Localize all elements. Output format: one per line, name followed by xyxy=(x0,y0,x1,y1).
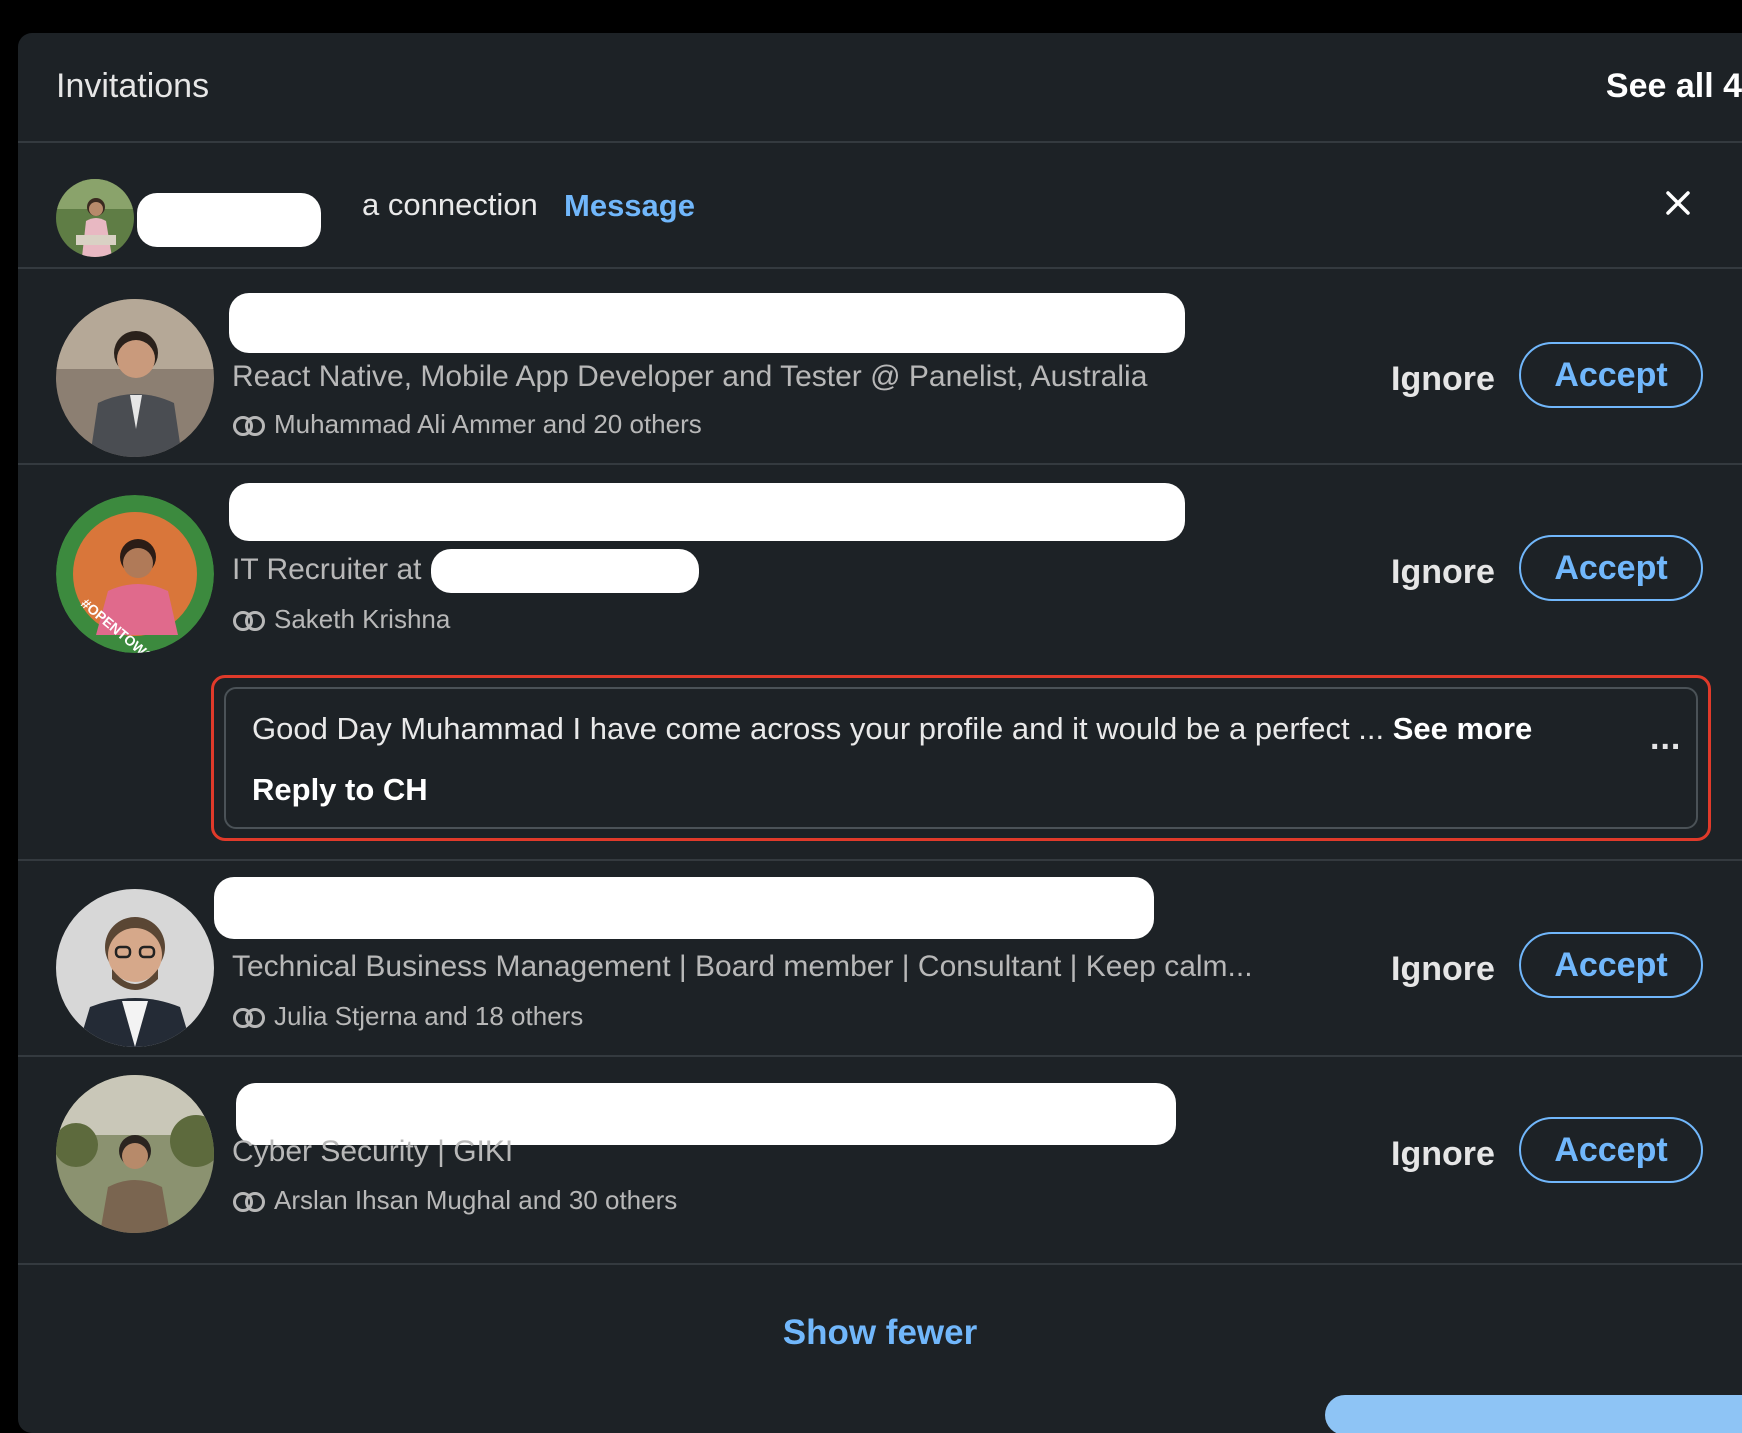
invitations-card: Invitations See all 4 a connection Messa… xyxy=(18,33,1742,1433)
ignore-button[interactable]: Ignore xyxy=(1378,950,1508,989)
connection-notice-row: a connection Message xyxy=(18,143,1742,269)
redacted-name xyxy=(137,193,321,247)
accept-button[interactable]: Accept xyxy=(1519,342,1703,408)
message-preview-text: Good Day Muhammad I have come across you… xyxy=(252,711,1385,746)
see-more-link[interactable]: See more xyxy=(1393,711,1533,746)
invitation-headline: Cyber Security | GIKI xyxy=(232,1135,514,1168)
mutual-connections-icon xyxy=(233,1008,265,1028)
avatar[interactable]: #OPENTOWORK xyxy=(56,495,214,653)
see-all-link[interactable]: See all 4 xyxy=(1442,67,1742,106)
mutual-connections-text: Julia Stjerna and 18 others xyxy=(274,1001,584,1031)
invitation-message: Good Day Muhammad I have come across you… xyxy=(224,687,1698,829)
mutual-connections-text: Muhammad Ali Ammer and 20 others xyxy=(274,409,702,439)
accept-button[interactable]: Accept xyxy=(1519,932,1703,998)
redacted-name xyxy=(229,483,1185,541)
invitation-headline: IT Recruiter at xyxy=(232,553,422,586)
mutual-connections-icon xyxy=(233,611,265,631)
message-preview: Good Day Muhammad I have come across you… xyxy=(252,711,1532,747)
more-options-icon[interactable]: ... xyxy=(1650,719,1681,758)
ignore-button[interactable]: Ignore xyxy=(1378,360,1508,399)
mutual-connections-text: Saketh Krishna xyxy=(274,604,451,634)
mutual-connections: Arslan Ihsan Mughal and 30 others xyxy=(232,1185,677,1216)
mutual-connections-text: Arslan Ihsan Mughal and 30 others xyxy=(274,1185,678,1215)
floating-pill[interactable] xyxy=(1325,1395,1742,1433)
invitation-row: Technical Business Management | Board me… xyxy=(18,861,1742,1057)
invitations-title: Invitations xyxy=(56,67,210,105)
redacted-name xyxy=(229,293,1185,353)
ignore-button[interactable]: Ignore xyxy=(1378,553,1508,592)
connection-text: a connection xyxy=(362,187,538,222)
accept-button[interactable]: Accept xyxy=(1519,1117,1703,1183)
accept-button[interactable]: Accept xyxy=(1519,535,1703,601)
invitations-header: Invitations See all 4 xyxy=(18,33,1742,143)
redacted-company xyxy=(431,549,699,593)
show-fewer-button[interactable]: Show fewer xyxy=(18,1313,1742,1353)
reply-link[interactable]: Reply to CH xyxy=(252,772,428,808)
mutual-connections-icon xyxy=(233,1192,265,1212)
mutual-connections-icon xyxy=(233,416,265,436)
mutual-connections: Saketh Krishna xyxy=(232,604,450,635)
invitation-row: React Native, Mobile App Developer and T… xyxy=(18,269,1742,465)
mutual-connections: Julia Stjerna and 18 others xyxy=(232,1001,583,1032)
avatar[interactable] xyxy=(56,299,214,457)
invitation-headline: Technical Business Management | Board me… xyxy=(232,950,1253,983)
mutual-connections: Muhammad Ali Ammer and 20 others xyxy=(232,409,702,440)
avatar[interactable] xyxy=(56,179,134,257)
invitation-row: Cyber Security | GIKI Arslan Ihsan Mugha… xyxy=(18,1057,1742,1265)
message-link[interactable]: Message xyxy=(564,188,695,224)
invitation-message-highlight: Good Day Muhammad I have come across you… xyxy=(211,675,1711,841)
avatar[interactable] xyxy=(56,889,214,1047)
ignore-button[interactable]: Ignore xyxy=(1378,1135,1508,1174)
avatar[interactable] xyxy=(56,1075,214,1233)
redacted-name xyxy=(214,877,1154,939)
close-icon[interactable] xyxy=(1658,183,1698,223)
invitation-headline: React Native, Mobile App Developer and T… xyxy=(232,360,1148,393)
